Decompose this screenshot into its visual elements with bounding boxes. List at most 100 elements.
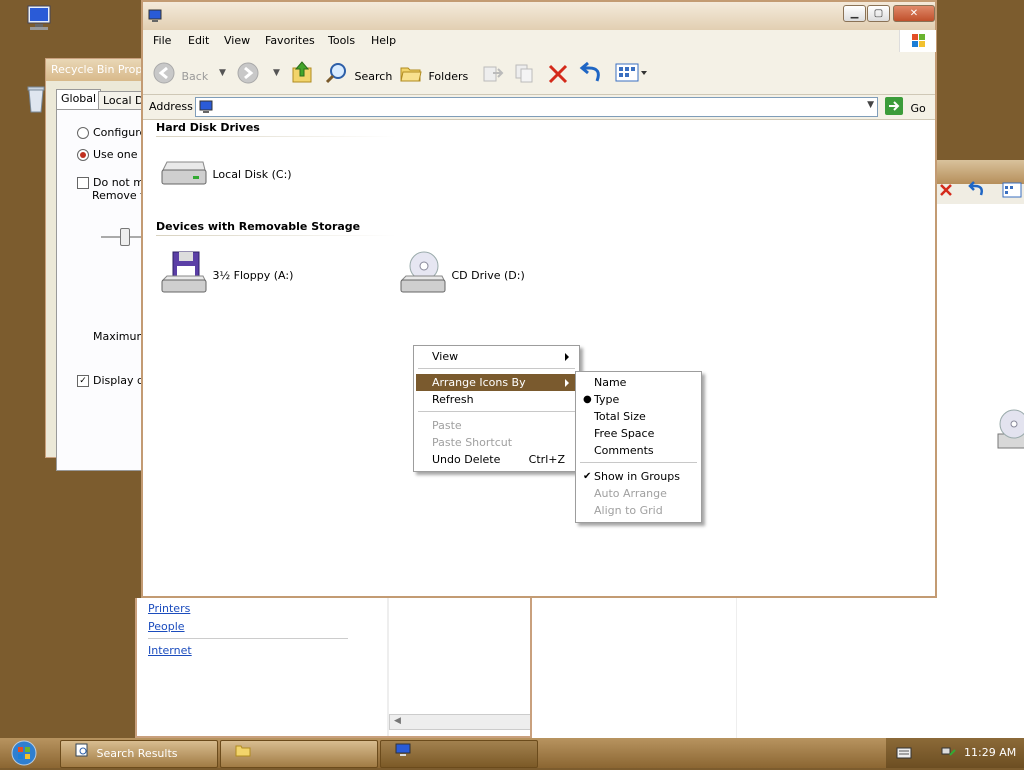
menu-item-undo-delete[interactable]: Undo Delete Ctrl+Z <box>416 451 577 468</box>
background-explorer-window[interactable] <box>936 160 1024 600</box>
checkbox-box <box>77 177 89 189</box>
recycle-bin-properties-dialog[interactable]: Recycle Bin Properties Global Local Di C… <box>45 58 152 471</box>
submenu-arrow-icon <box>565 379 569 387</box>
tab-global[interactable]: Global <box>56 89 102 110</box>
internet-link[interactable]: Internet <box>148 642 348 660</box>
keyboard-icon[interactable] <box>896 747 912 762</box>
menu-tools[interactable]: Tools <box>328 34 355 47</box>
menu-item-label: Align to Grid <box>594 504 663 517</box>
undo-icon[interactable] <box>577 61 603 88</box>
use-one-label: Use one s <box>93 148 147 161</box>
menu-item-label: Paste <box>432 419 462 432</box>
up-folder-icon[interactable] <box>291 60 313 87</box>
menu-separator <box>418 411 575 412</box>
dialog-title[interactable]: Recycle Bin Properties <box>46 59 141 81</box>
undo-icon[interactable] <box>966 181 986 202</box>
back-dropdown-icon[interactable]: ▼ <box>219 68 226 78</box>
floppy-a-item[interactable]: 3½ Floppy (A:) <box>159 250 293 301</box>
back-label: Back <box>181 70 209 83</box>
display-delete-confirmation-checkbox[interactable]: ✓ Display de <box>77 374 151 387</box>
horizontal-scrollbar[interactable]: ◀ <box>389 714 531 730</box>
menu-item-refresh[interactable]: Refresh <box>416 391 577 408</box>
checkmark-icon: ✔ <box>583 471 592 482</box>
views-icon[interactable] <box>1002 182 1022 201</box>
taskbar-button-search-results[interactable]: Search Results <box>60 740 218 768</box>
configure-radio[interactable]: Configure <box>77 126 146 139</box>
cd-drive-d-label: CD Drive (D:) <box>451 268 525 282</box>
menu-help[interactable]: Help <box>371 34 396 47</box>
dialog-panel: Configure Use one s Do not mo Remove f M… <box>56 109 151 471</box>
taskbar-button-my-computer[interactable] <box>380 740 538 768</box>
group-header-removable: Devices with Removable Storage <box>156 220 361 233</box>
scroll-left-icon[interactable]: ◀ <box>394 716 401 726</box>
search-results-window[interactable]: Computers Printers People Internet ◀ <box>135 590 533 738</box>
menu-item-auto-arrange: Auto Arrange <box>578 485 699 502</box>
cd-drive-icon[interactable] <box>994 408 1024 455</box>
configure-label: Configure <box>93 126 147 139</box>
address-input[interactable]: ▼ <box>195 97 878 117</box>
arrange-icons-submenu[interactable]: Name ● Type Total Size Free Space Comment… <box>575 371 702 523</box>
go-button[interactable]: Go <box>885 97 926 115</box>
menu-view[interactable]: View <box>224 34 250 47</box>
my-computer-window[interactable]: ▁ ▢ ✕ File Edit View Favorites Tools Hel… <box>141 0 937 598</box>
system-tray: 11:29 AM <box>886 738 1024 768</box>
slider-thumb[interactable] <box>120 228 130 246</box>
menu-item-label: Name <box>594 376 627 389</box>
delete-icon[interactable] <box>547 64 569 87</box>
people-link[interactable]: People <box>148 618 348 636</box>
cd-drive-d-item[interactable]: CD Drive (D:) <box>398 250 525 301</box>
maximum-size-slider[interactable] <box>101 228 141 246</box>
maximize-icon: ▢ <box>873 8 884 19</box>
menu-item-total-size[interactable]: Total Size <box>578 408 699 425</box>
menu-item-comments[interactable]: Comments <box>578 442 699 459</box>
menu-item-label: Free Space <box>594 427 655 440</box>
go-label: Go <box>910 102 926 115</box>
address-dropdown-icon[interactable]: ▼ <box>867 100 874 110</box>
do-not-move-checkbox[interactable]: Do not mo <box>77 176 151 189</box>
menu-item-shortcut: Ctrl+Z <box>528 453 565 466</box>
address-label: Address <box>149 100 193 113</box>
search-button[interactable]: Search <box>325 62 392 84</box>
search-results-icon <box>75 741 89 767</box>
background-window-toolbar <box>936 181 1024 204</box>
back-button[interactable]: Back <box>153 62 208 84</box>
menu-edit[interactable]: Edit <box>188 34 209 47</box>
menu-file[interactable]: File <box>153 34 171 47</box>
windows-logo-icon <box>899 30 936 52</box>
move-to-icon[interactable] <box>481 62 505 87</box>
menu-separator <box>418 368 575 369</box>
start-button[interactable] <box>6 739 42 767</box>
menu-item-name[interactable]: Name <box>578 374 699 391</box>
menu-item-label: Type <box>594 393 620 406</box>
close-button[interactable]: ✕ <box>893 5 935 22</box>
menu-item-show-in-groups[interactable]: ✔ Show in Groups <box>578 468 699 485</box>
menu-favorites[interactable]: Favorites <box>265 34 315 47</box>
maximize-button[interactable]: ▢ <box>867 5 890 22</box>
views-button[interactable] <box>615 63 649 86</box>
use-one-setting-radio[interactable]: Use one s <box>77 148 147 161</box>
forward-dropdown-icon[interactable]: ▼ <box>273 68 280 78</box>
context-menu[interactable]: View Arrange Icons By Refresh Paste Past… <box>413 345 580 472</box>
taskbar-button-recycle-bin-properties[interactable] <box>220 740 378 768</box>
maximum-label: Maximum <box>93 330 148 343</box>
local-disk-c-item[interactable]: Local Disk (C:) <box>159 158 292 191</box>
copy-to-icon[interactable] <box>513 62 537 87</box>
menu-item-type[interactable]: ● Type <box>578 391 699 408</box>
menu-item-arrange-icons-by[interactable]: Arrange Icons By <box>416 374 577 391</box>
search-label: Search <box>354 70 393 83</box>
delete-icon[interactable] <box>938 182 954 201</box>
folders-button[interactable]: Folders <box>399 62 468 84</box>
printers-link[interactable]: Printers <box>148 600 348 618</box>
folders-label: Folders <box>428 70 469 83</box>
minimize-button[interactable]: ▁ <box>843 5 866 22</box>
forward-button[interactable] <box>237 62 261 87</box>
floppy-drive-icon <box>159 250 207 301</box>
menu-item-view[interactable]: View <box>416 348 577 365</box>
my-computer-desktop-icon[interactable] <box>22 4 56 34</box>
window-titlebar[interactable]: ▁ ▢ ✕ <box>143 2 935 30</box>
clock[interactable]: 11:29 AM <box>964 746 1016 759</box>
network-icon[interactable] <box>940 746 956 763</box>
menu-item-free-space[interactable]: Free Space <box>578 425 699 442</box>
menu-item-label: Undo Delete <box>432 453 501 466</box>
background-window-lower-right[interactable] <box>530 598 1024 738</box>
